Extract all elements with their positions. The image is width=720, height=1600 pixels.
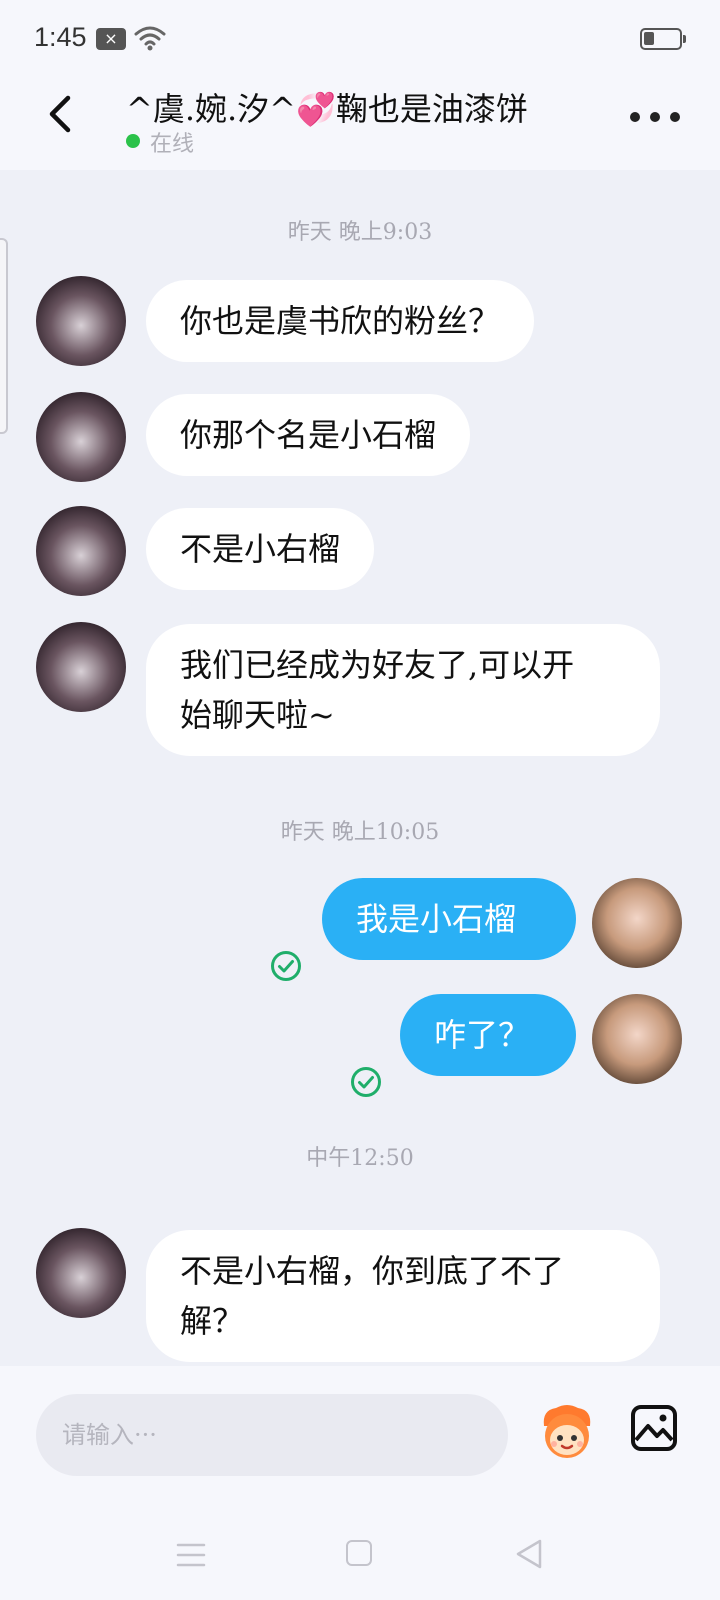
back-arrow-icon[interactable]	[38, 90, 86, 138]
home-icon[interactable]	[346, 1540, 372, 1566]
contact-avatar[interactable]	[36, 276, 126, 366]
status-bar: 1:45 ×	[0, 0, 720, 76]
my-avatar[interactable]	[592, 878, 682, 968]
received-message[interactable]: 我们已经成为好友了,可以开 始聊天啦~	[146, 624, 660, 756]
check-circle-icon	[351, 1067, 381, 1097]
received-message[interactable]: 不是小右榴，你到底了不了 解？	[146, 1230, 660, 1362]
online-status-text: 在线	[150, 132, 195, 157]
battery-icon	[640, 28, 686, 50]
contact-avatar[interactable]	[36, 392, 126, 482]
status-time: 1:45	[34, 22, 87, 52]
message-line: 我们已经成为好友了,可以开	[180, 646, 575, 684]
message-input[interactable]	[36, 1394, 508, 1476]
received-message[interactable]: 你也是虞书欣的粉丝？	[146, 280, 535, 362]
system-nav-bar	[0, 1502, 720, 1600]
time-label: 昨天 晚上10:05	[280, 820, 440, 845]
check-circle-icon	[271, 951, 301, 981]
notification-icon: ×	[96, 28, 126, 50]
message-line: 解？	[180, 1302, 245, 1340]
image-icon[interactable]	[630, 1404, 678, 1452]
received-message[interactable]: 你那个名是小石榴	[146, 394, 471, 476]
received-message[interactable]: 不是小右榴	[146, 508, 375, 590]
time-label: 中午12:50	[306, 1146, 414, 1171]
more-dots-icon[interactable]	[630, 106, 680, 126]
chat-header: ^虞.婉.汐^💞鞠也是油漆饼 在线	[0, 76, 720, 170]
contact-avatar[interactable]	[36, 506, 126, 596]
input-bar	[0, 1366, 720, 1502]
contact-avatar[interactable]	[36, 622, 126, 712]
contact-name[interactable]: ^虞.婉.汐^💞鞠也是油漆饼	[126, 84, 528, 130]
side-drawer-handle[interactable]	[0, 238, 8, 434]
time-label: 昨天 晚上9:03	[287, 220, 433, 245]
nav-back-icon[interactable]	[514, 1538, 544, 1570]
message-line: 始聊天啦~	[180, 696, 335, 734]
contact-avatar[interactable]	[36, 1228, 126, 1318]
sent-message[interactable]: 我是小石榴	[322, 878, 576, 960]
menu-icon[interactable]	[176, 1542, 206, 1568]
sent-message[interactable]: 咋了？	[400, 994, 576, 1076]
message-line: 不是小右榴，你到底了不了	[180, 1252, 565, 1290]
wifi-icon	[134, 26, 166, 51]
my-avatar[interactable]	[592, 994, 682, 1084]
emoji-face-icon[interactable]	[534, 1402, 600, 1462]
online-status-dot	[126, 134, 140, 148]
